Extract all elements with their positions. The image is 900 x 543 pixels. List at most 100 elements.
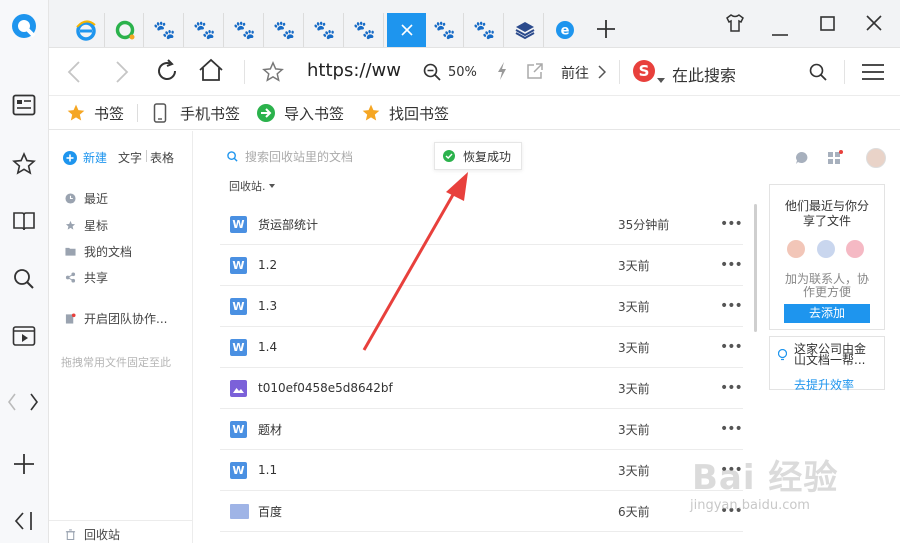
tab-search-o[interactable] xyxy=(106,13,144,47)
add-icon[interactable] xyxy=(10,450,38,478)
flash-icon[interactable] xyxy=(496,61,508,85)
more-icon[interactable]: ••• xyxy=(720,257,743,273)
tab-active[interactable] xyxy=(387,13,426,47)
e-logo-icon: e xyxy=(556,21,574,39)
refresh-icon[interactable] xyxy=(155,59,179,87)
add-contact-button[interactable]: 去添加 xyxy=(784,304,870,323)
home-icon[interactable] xyxy=(198,58,224,86)
menu-icon[interactable] xyxy=(862,63,884,85)
baidu-paw-icon: 🐾 xyxy=(313,19,336,41)
skin-icon[interactable] xyxy=(725,14,745,36)
reader-icon[interactable] xyxy=(10,91,38,119)
shared-with-you-card: 他们最近与你分 享了文件 加为联系人，协 作更方便 去添加 xyxy=(769,184,885,330)
file-row[interactable]: W 1.2 3天前 ••• xyxy=(220,245,743,286)
nav-team[interactable]: 开启团队协作... xyxy=(65,310,167,327)
file-time: 3天前 xyxy=(618,258,650,273)
goto-label[interactable]: 前往 xyxy=(561,63,589,83)
chat-icon[interactable] xyxy=(795,150,809,169)
engine-dropdown-icon[interactable] xyxy=(657,69,665,88)
file-row[interactable]: W 货运部统计 35分钟前 ••• xyxy=(220,204,743,245)
tab-baidu-2[interactable]: 🐾 xyxy=(186,13,224,47)
search-go-icon[interactable] xyxy=(809,63,827,85)
scrollbar-thumb[interactable] xyxy=(754,204,757,332)
maximize-icon[interactable] xyxy=(820,16,835,35)
bookmark-bookmarks[interactable]: 书签 xyxy=(66,102,124,124)
file-row[interactable]: t010ef0458e5d8642bf 3天前 ••• xyxy=(220,368,743,409)
more-icon[interactable]: ••• xyxy=(720,339,743,355)
file-row[interactable]: 百度 6天前 ••• xyxy=(220,491,743,532)
new-button[interactable]: 新建 xyxy=(63,149,107,166)
bookmark-mobile[interactable]: 手机书签 xyxy=(153,102,240,124)
nav-my-docs[interactable]: 我的文档 xyxy=(65,243,132,260)
collapse-sidebar-icon[interactable] xyxy=(10,507,38,535)
minimize-icon[interactable] xyxy=(772,22,788,41)
more-icon[interactable]: ••• xyxy=(720,380,743,396)
share-card-title: 他们最近与你分 享了文件 xyxy=(784,199,869,228)
search-icon xyxy=(227,151,238,162)
goto-chevron-icon[interactable] xyxy=(598,64,607,83)
tab-baidu-3[interactable]: 🐾 xyxy=(226,13,264,47)
tab-baidu-1[interactable]: 🐾 xyxy=(146,13,184,47)
tab-baidu-5[interactable]: 🐾 xyxy=(306,13,344,47)
chevron-left-icon[interactable] xyxy=(2,388,22,416)
file-name: 1.4 xyxy=(258,340,278,354)
file-row[interactable]: W 1.4 3天前 ••• xyxy=(220,327,743,368)
new-tab-icon[interactable] xyxy=(596,19,616,43)
red-arrow-annotation xyxy=(362,172,468,351)
share-icon[interactable] xyxy=(526,62,544,84)
new-doc-link[interactable]: 文字 xyxy=(118,149,142,166)
baidu-paw-icon: 🐾 xyxy=(473,19,496,41)
new-sheet-link[interactable]: 表格 xyxy=(150,149,174,166)
address-field[interactable]: https://ww xyxy=(307,60,401,81)
book-icon[interactable] xyxy=(10,207,38,235)
apps-grid-icon[interactable] xyxy=(828,150,843,169)
baidu-paw-icon: 🐾 xyxy=(193,19,216,41)
more-icon[interactable]: ••• xyxy=(720,298,743,314)
more-icon[interactable]: ••• xyxy=(720,216,743,232)
close-icon xyxy=(400,24,413,36)
forward-icon[interactable] xyxy=(115,61,129,87)
sogou-icon[interactable]: S xyxy=(632,59,656,87)
bookmark-import[interactable]: 导入书签 xyxy=(256,102,344,124)
star-icon xyxy=(65,220,76,230)
tip-link[interactable]: 去提升效率 xyxy=(794,376,854,393)
nav-shared[interactable]: 共享 xyxy=(65,269,108,286)
tab-ie[interactable] xyxy=(67,13,105,47)
tab-e[interactable]: e xyxy=(546,13,584,47)
drag-hint: 拖拽常用文件固定至此 xyxy=(61,356,171,369)
tab-baidu-6[interactable]: 🐾 xyxy=(346,13,384,47)
avatar[interactable] xyxy=(866,148,886,168)
bookmarks-bar: 书签 手机书签 导入书签 找回书签 xyxy=(49,96,900,130)
search-input[interactable]: 搜索回收站里的文档 xyxy=(245,148,353,165)
success-toast: 恢复成功 xyxy=(434,142,523,170)
browser-logo-icon[interactable] xyxy=(10,12,38,40)
back-icon[interactable] xyxy=(67,61,81,87)
file-row[interactable]: W 1.1 3天前 ••• xyxy=(220,450,743,491)
search-icon[interactable] xyxy=(10,265,38,293)
file-time: 3天前 xyxy=(618,299,650,314)
address-toolbar: https://ww 50% 前往 S 在此搜索 xyxy=(49,48,900,96)
zoom-out-icon[interactable] xyxy=(423,63,441,85)
tab-baidu-7[interactable]: 🐾 xyxy=(426,13,464,47)
tab-baidu-4[interactable]: 🐾 xyxy=(266,13,304,47)
chevron-right-icon[interactable] xyxy=(24,388,44,416)
file-row[interactable]: W 题材 3天前 ••• xyxy=(220,409,743,450)
folder-icon xyxy=(230,504,249,519)
nav-recycle-bin[interactable]: 回收站 xyxy=(65,526,120,543)
layers-icon xyxy=(515,22,534,40)
more-icon[interactable]: ••• xyxy=(720,421,743,437)
star-icon[interactable] xyxy=(10,150,38,178)
video-icon[interactable] xyxy=(10,322,38,350)
bookmark-recover[interactable]: 找回书签 xyxy=(361,102,449,124)
file-time: 3天前 xyxy=(618,381,650,396)
close-window-icon[interactable] xyxy=(866,15,882,35)
breadcrumb[interactable]: 回收站. xyxy=(229,178,275,194)
nav-starred[interactable]: 星标 xyxy=(65,217,108,234)
nav-recent[interactable]: 最近 xyxy=(65,190,108,207)
tab-layers[interactable] xyxy=(506,13,544,47)
tab-baidu-8[interactable]: 🐾 xyxy=(466,13,504,47)
recycle-search[interactable]: 搜索回收站里的文档 xyxy=(227,148,353,165)
file-row[interactable]: W 1.3 3天前 ••• xyxy=(220,286,743,327)
search-box-placeholder[interactable]: 在此搜索 xyxy=(672,62,736,86)
bookmark-star-icon[interactable] xyxy=(262,61,284,87)
